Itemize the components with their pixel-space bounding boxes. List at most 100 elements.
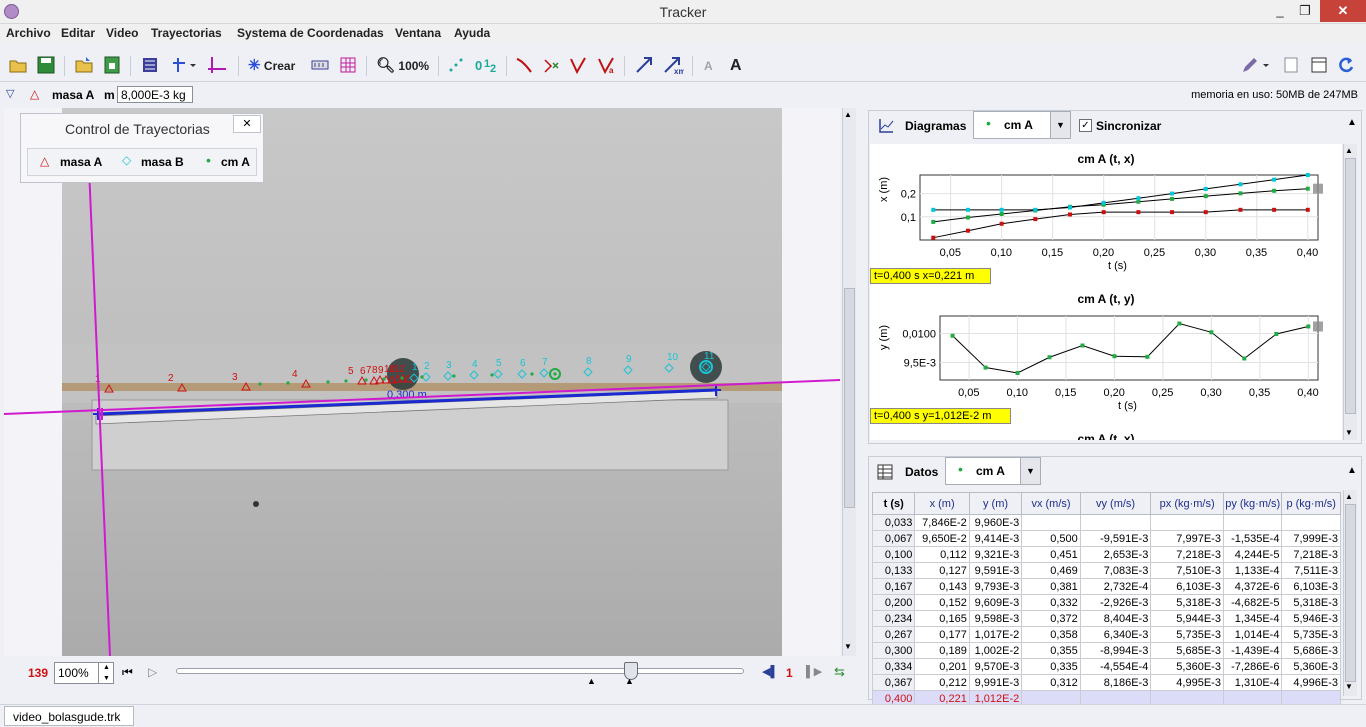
column-header[interactable]: y (m) — [968, 492, 1023, 515]
menu-video[interactable]: Video — [106, 26, 138, 40]
data-track-select[interactable]: • cm A ▼ — [945, 457, 1041, 485]
start-marker-icon[interactable]: ▲ — [587, 676, 596, 686]
scroll-up-icon[interactable]: ▲ — [844, 110, 852, 119]
table-row[interactable]: 0,267 0,177 1,017E-2 0,358 6,340E-3 5,735E-3 1… — [871, 626, 1341, 643]
restore-button[interactable]: ❐ — [1292, 0, 1318, 22]
table-scrollbar[interactable]: ▲ ▼ — [1343, 490, 1357, 696]
scroll-down-icon[interactable]: ▼ — [844, 642, 852, 651]
clip-settings-icon[interactable] — [140, 55, 160, 77]
track-name[interactable]: masa A — [52, 88, 94, 102]
end-marker-icon[interactable]: ▲ — [625, 676, 634, 686]
step-back-icon[interactable]: ◀▌ — [762, 665, 778, 678]
sync-checkbox[interactable]: ✓ — [1079, 119, 1092, 132]
loop-icon[interactable]: ⇆ — [834, 664, 845, 680]
y-axis[interactable] — [88, 167, 111, 656]
table-row[interactable]: 0,067 9,650E-2 9,414E-3 0,500 -9,591E-3 7,997… — [871, 530, 1341, 547]
window-layout-icon[interactable] — [1310, 55, 1328, 77]
close-window-button[interactable]: ✕ — [1320, 0, 1366, 22]
x-tick-label: 0,05 — [940, 247, 961, 259]
column-header[interactable]: vx (m/s) — [1021, 492, 1081, 515]
menu-editar[interactable]: Editar — [61, 26, 95, 40]
column-header[interactable]: px (kg·m/s) — [1150, 492, 1224, 515]
chevron-down-icon[interactable]: ▼ — [1050, 112, 1070, 138]
play-icon[interactable]: ▷ — [148, 665, 157, 679]
scroll-up-icon[interactable]: ▲ — [1345, 146, 1353, 155]
mass-field[interactable]: 8,000E-3 kg — [117, 86, 193, 103]
open-video-icon[interactable] — [74, 55, 94, 77]
velocity-icon[interactable] — [568, 55, 588, 77]
table-row[interactable]: 0,234 0,165 9,598E-3 0,372 8,404E-3 5,944E-3 1… — [871, 610, 1341, 627]
menu-ventana[interactable]: Ventana — [395, 26, 441, 40]
table-row[interactable]: 0,167 0,143 9,793E-3 0,381 2,732E-4 6,103E-3 4… — [871, 578, 1341, 595]
menu-ayuda[interactable]: Ayuda — [454, 26, 490, 40]
column-header[interactable]: t (s) — [871, 492, 916, 515]
table-cell: 0,358 — [1021, 626, 1081, 643]
x-axis[interactable] — [4, 379, 840, 415]
scroll-down-icon[interactable]: ▼ — [1345, 682, 1353, 691]
scroll-up-icon[interactable]: ▲ — [1345, 492, 1353, 501]
font-smaller-button[interactable]: A — [704, 55, 713, 77]
table-row[interactable]: 0,367 0,212 9,991E-3 0,312 8,186E-3 4,995E-3 1… — [871, 674, 1341, 691]
zoom-spinner-icon[interactable]: ▲ ▼ — [98, 662, 114, 684]
video-slider-track[interactable] — [176, 668, 744, 674]
plot-track-select[interactable]: • cm A ▼ — [973, 111, 1071, 139]
axes-tools-icon[interactable] — [170, 55, 196, 77]
tab-file[interactable]: video_bolasgude.trk — [4, 706, 134, 726]
labels-icon[interactable]: 012 — [474, 55, 498, 77]
zoom-button[interactable]: 🔍︎ 100% — [376, 55, 429, 77]
collapse-icon[interactable]: ▲ — [1347, 465, 1357, 476]
menu-sistema-coordenadas[interactable]: Systema de Coordenadas — [237, 26, 384, 40]
scroll-thumb[interactable] — [1345, 158, 1356, 414]
export-icon[interactable] — [102, 55, 122, 77]
table-cell: 0,189 — [914, 642, 970, 659]
track-button-masa-b[interactable]: masa B — [141, 155, 184, 169]
track-menu-arrow-icon[interactable]: ▽ — [6, 87, 14, 100]
column-header[interactable]: p (kg·m/s) — [1281, 492, 1341, 515]
minimize-button[interactable]: _ — [1268, 0, 1292, 22]
create-track-button[interactable]: ✳ Crear — [248, 55, 295, 77]
table-row[interactable]: 0,200 0,152 9,609E-3 0,332 -2,926E-3 5,318E-3… — [871, 594, 1341, 611]
center-of-mass-icon[interactable]: xm — [662, 55, 684, 77]
refresh-icon[interactable] — [1336, 55, 1356, 77]
column-header[interactable]: py (kg·m/s) — [1222, 492, 1283, 515]
track-control-close-button[interactable]: ✕ — [233, 115, 261, 133]
table-row[interactable]: 0,334 0,201 9,570E-3 0,335 -4,554E-4 5,360E-3… — [871, 658, 1341, 675]
scroll-down-icon[interactable]: ▼ — [1345, 428, 1353, 437]
table-row[interactable]: 0,133 0,127 9,591E-3 0,469 7,083E-3 7,510E-3 1… — [871, 562, 1341, 579]
collapse-icon[interactable]: ▲ — [1347, 117, 1357, 128]
table-row[interactable]: 0,033 7,846E-2 9,960E-3 — [871, 514, 1341, 531]
video-scrollbar[interactable]: ▲ ▼ — [842, 108, 856, 656]
font-larger-button[interactable]: A — [730, 55, 742, 77]
pencil-icon[interactable] — [1240, 55, 1270, 77]
plot-scrollbar[interactable]: ▲ ▼ — [1343, 144, 1357, 440]
open-folder-icon[interactable] — [8, 55, 28, 77]
coordinate-axes-icon[interactable] — [206, 55, 228, 77]
menu-trayectorias[interactable]: Trayectorias — [151, 26, 222, 40]
track-button-cm-a[interactable]: cm A — [221, 155, 250, 169]
plot2-xlabel: t (s) — [1118, 400, 1137, 412]
save-icon[interactable] — [36, 55, 56, 77]
acceleration-icon[interactable]: a — [596, 55, 616, 77]
filter-icon[interactable] — [338, 55, 358, 77]
trails-icon[interactable] — [446, 55, 466, 77]
reset-icon[interactable]: ⏮ — [122, 665, 133, 680]
table-row[interactable]: 0,300 0,189 1,002E-2 0,355 -8,994E-3 5,685E-3… — [871, 642, 1341, 659]
chevron-down-icon[interactable]: ▼ — [1020, 458, 1040, 484]
scroll-thumb[interactable] — [844, 288, 855, 508]
table-cell: 0,200 — [871, 594, 916, 611]
path-icon[interactable] — [514, 55, 534, 77]
step-forward-icon[interactable]: ▌▶ — [806, 665, 822, 678]
divider-bar[interactable] — [0, 690, 862, 702]
scroll-thumb[interactable] — [1345, 504, 1356, 682]
column-header[interactable]: x (m) — [914, 492, 970, 515]
momentum-icon[interactable] — [634, 55, 656, 77]
table-cell: 0,067 — [871, 530, 916, 547]
column-header[interactable]: vy (m/s) — [1079, 492, 1152, 515]
tape-measure-icon[interactable] — [310, 55, 330, 77]
notes-icon[interactable] — [1282, 55, 1300, 77]
table-row[interactable]: 0,100 0,112 9,321E-3 0,451 2,653E-3 7,218E-3 4… — [871, 546, 1341, 563]
menu-archivo[interactable]: Archivo — [6, 26, 51, 40]
position-icon[interactable] — [542, 55, 562, 77]
step-size[interactable]: 1 — [786, 666, 793, 680]
track-button-masa-a[interactable]: masa A — [60, 155, 102, 169]
